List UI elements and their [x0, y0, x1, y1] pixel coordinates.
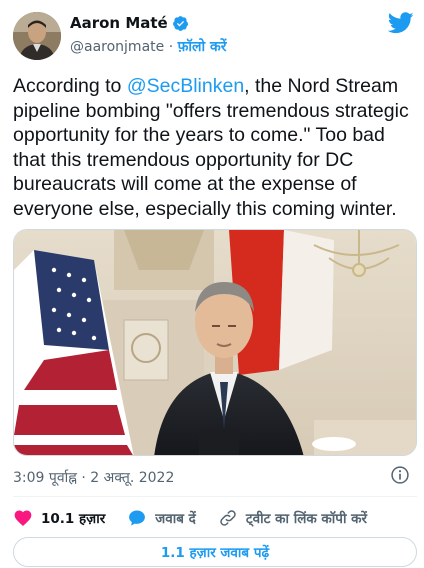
read-replies-label: 1.1 हज़ार जवाब पढ़ें [160, 545, 270, 561]
copy-link-label: ट्वीट का लिंक कॉपी करें [245, 511, 368, 527]
tweet-text: According to @SecBlinken, the Nord Strea… [13, 74, 417, 221]
author-handle-row: @aaronjmate · फ़ॉलो करें [70, 37, 227, 56]
read-replies-button[interactable]: 1.1 हज़ार जवाब पढ़ें [13, 537, 417, 567]
reply-button[interactable]: जवाब दें [127, 508, 196, 528]
video-thumbnail[interactable] [13, 229, 417, 456]
twitter-bird-icon[interactable] [388, 12, 414, 34]
reply-label: जवाब दें [155, 511, 196, 527]
verified-badge-icon [172, 15, 188, 31]
link-icon [220, 510, 236, 526]
author-avatar[interactable] [13, 12, 61, 60]
divider [13, 496, 417, 497]
handle-separator: · [168, 39, 174, 55]
follow-button[interactable]: फ़ॉलो करें [178, 39, 227, 55]
action-bar: 10.1 हज़ार जवाब दें ट्वीट का लिंक कॉपी क… [13, 506, 417, 530]
info-icon[interactable] [390, 465, 410, 485]
tweet-card: Aaron Maté @aaronjmate · फ़ॉलो करें Acco… [0, 0, 424, 568]
heart-icon [14, 510, 32, 526]
tweet-timestamp[interactable]: 3:09 पूर्वाह्न · 2 अक्तू. 2022 [13, 468, 174, 487]
author-name-row[interactable]: Aaron Maté [70, 14, 189, 32]
author-name[interactable]: Aaron Maté [70, 14, 168, 32]
tweet-text-start: According to [13, 75, 127, 97]
mention-link[interactable]: @SecBlinken [127, 75, 244, 97]
author-handle[interactable]: @aaronjmate [70, 39, 164, 55]
reply-bubble-icon [129, 510, 146, 526]
copy-link-button[interactable]: ट्वीट का लिंक कॉपी करें [218, 508, 367, 528]
like-button[interactable]: 10.1 हज़ार [13, 508, 105, 528]
like-count: 10.1 हज़ार [41, 511, 106, 527]
